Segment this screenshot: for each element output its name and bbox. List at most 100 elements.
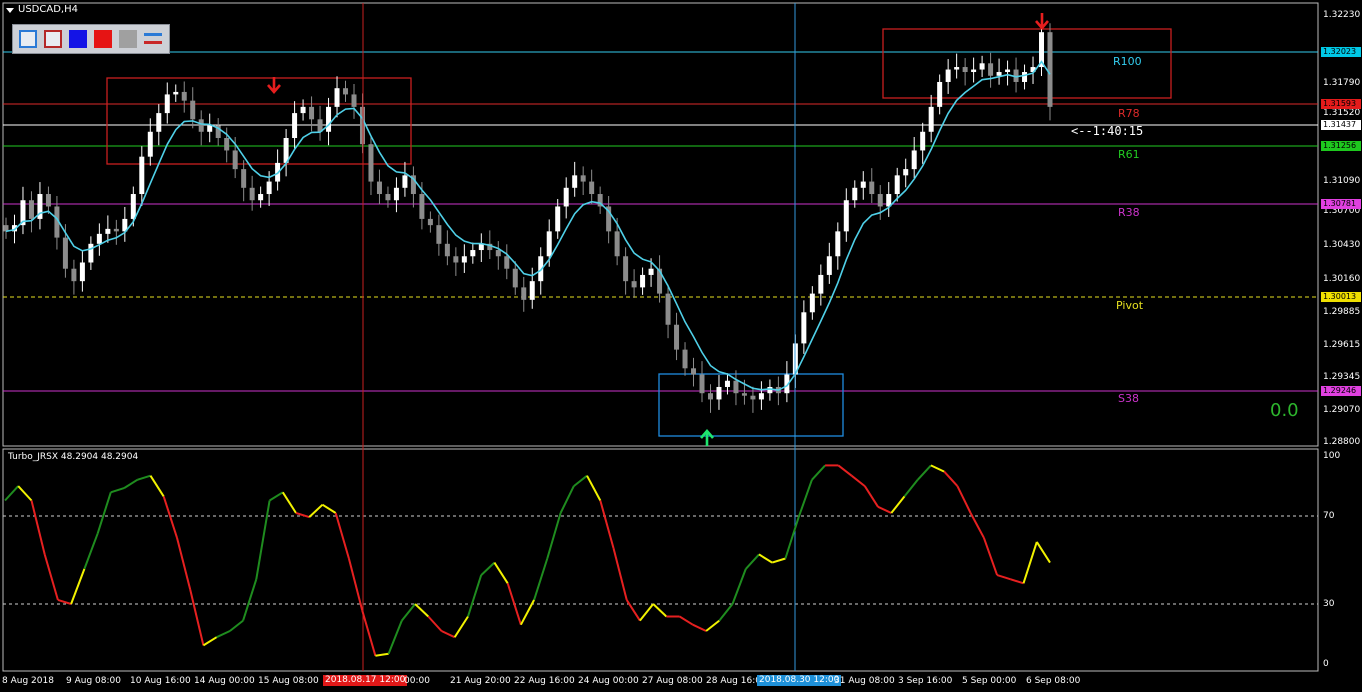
candle-body — [359, 106, 365, 145]
price-scale-label: 1.31790 — [1323, 78, 1361, 88]
candle-body — [292, 113, 298, 138]
candle-body — [147, 131, 153, 157]
oscillator-segment — [837, 464, 853, 477]
price-panel-frame — [2, 2, 1319, 447]
candle-body — [444, 243, 450, 257]
candle-body — [767, 386, 773, 394]
oscillator-segment — [281, 491, 297, 514]
price-scale-label: 1.29345 — [1323, 372, 1361, 382]
fill-blue-icon[interactable] — [69, 30, 87, 48]
color-toolbar — [12, 24, 170, 54]
level-label-s38: S38 — [1118, 392, 1139, 405]
candle-body — [801, 312, 807, 344]
candle-body — [631, 281, 637, 288]
oscillator-segment — [639, 603, 654, 622]
sell-arrow-icon — [1035, 13, 1049, 30]
candle-body — [96, 233, 102, 244]
oscillator-segment — [625, 599, 641, 622]
oscillator-segment — [890, 495, 906, 514]
candle-body — [928, 106, 934, 132]
indicator-scale-label: 70 — [1323, 511, 1335, 521]
oscillator-segment — [573, 474, 588, 487]
outline-blue-icon[interactable] — [19, 30, 37, 48]
fill-gray-icon[interactable] — [119, 30, 137, 48]
oscillator-segment — [149, 475, 165, 497]
candle-body — [716, 386, 722, 400]
price-scale-label: 1.29070 — [1323, 405, 1361, 415]
candle-body — [1022, 72, 1028, 82]
buy-arrow-icon — [700, 429, 714, 446]
candle-body — [860, 181, 866, 188]
time-label: 21 Aug 20:00 — [450, 676, 511, 686]
candle-body — [512, 268, 518, 288]
candle-body — [724, 380, 730, 387]
oscillator-segment — [4, 485, 19, 502]
candle-body — [1005, 69, 1011, 73]
candle-body — [88, 243, 94, 263]
candle-body — [707, 393, 713, 400]
oscillator-segment — [546, 512, 562, 559]
candle-body — [419, 194, 425, 219]
oscillator-segment — [679, 615, 694, 626]
level-label-r61: R61 — [1118, 148, 1140, 161]
time-label: 8 Aug 2018 — [2, 676, 54, 686]
candle-body — [682, 349, 688, 369]
oscillator-segment — [255, 500, 271, 580]
oscillator-segment — [83, 533, 99, 570]
price-tag: 1.31593 — [1321, 99, 1361, 109]
oscillator-segment — [705, 619, 720, 632]
collapse-triangle-icon[interactable] — [6, 8, 14, 13]
candle-body — [393, 187, 399, 201]
oscillator-segment — [229, 619, 244, 632]
oscillator-segment — [216, 630, 231, 639]
candle-body — [402, 175, 408, 188]
level-label-r100: R100 — [1113, 55, 1142, 68]
candle-body — [665, 293, 671, 325]
candle-body — [894, 175, 900, 195]
fill-red-icon[interactable] — [94, 30, 112, 48]
price-scale-label: 1.32230 — [1323, 10, 1361, 20]
candle-body — [376, 181, 382, 195]
oscillator-segment — [797, 479, 813, 518]
candle-body — [572, 175, 578, 188]
oscillator-segment — [943, 470, 959, 487]
candle-body — [461, 256, 467, 263]
lines-icon[interactable] — [144, 30, 162, 48]
time-label: 15 Aug 08:00 — [258, 676, 319, 686]
oscillator-segment — [334, 512, 350, 559]
corner-value: 0.0 — [1270, 400, 1299, 421]
candle-body — [156, 113, 162, 132]
oscillator-segment — [692, 623, 707, 632]
indicator-scale-label: 0 — [1323, 659, 1329, 669]
oscillator-segment — [652, 603, 668, 618]
candle-body — [580, 175, 586, 182]
outline-red-icon[interactable] — [44, 30, 62, 48]
oscillator-segment — [903, 479, 919, 498]
zone-boxes — [106, 28, 1172, 437]
candle-body — [521, 287, 527, 300]
chart-canvas[interactable] — [0, 0, 1362, 692]
time-label: 10 Aug 16:00 — [130, 676, 191, 686]
candle-body — [623, 256, 629, 282]
support-zone-box — [658, 373, 844, 437]
oscillator-segment — [441, 630, 456, 639]
oscillator-segment — [321, 503, 337, 514]
bar-countdown: <--1:40:15 — [1071, 124, 1144, 138]
oscillator-segment — [57, 598, 72, 605]
candle-body — [385, 194, 391, 201]
oscillator-segment — [467, 574, 483, 617]
price-tag: 1.31437 — [1321, 120, 1361, 130]
oscillator-segment — [401, 603, 416, 622]
candle-body — [71, 268, 77, 282]
oscillator-segment — [269, 491, 284, 502]
candle-body — [130, 194, 136, 219]
oscillator-segment — [1010, 578, 1024, 585]
price-tag: 1.30013 — [1321, 292, 1361, 302]
candle-body — [996, 72, 1002, 76]
candle-body — [164, 94, 170, 114]
oscillator-segment — [599, 500, 615, 549]
time-label: 5 Sep 00:00 — [962, 676, 1017, 686]
candle-body — [453, 256, 459, 263]
candle-body — [826, 256, 832, 275]
oscillator-segment — [996, 574, 1011, 581]
